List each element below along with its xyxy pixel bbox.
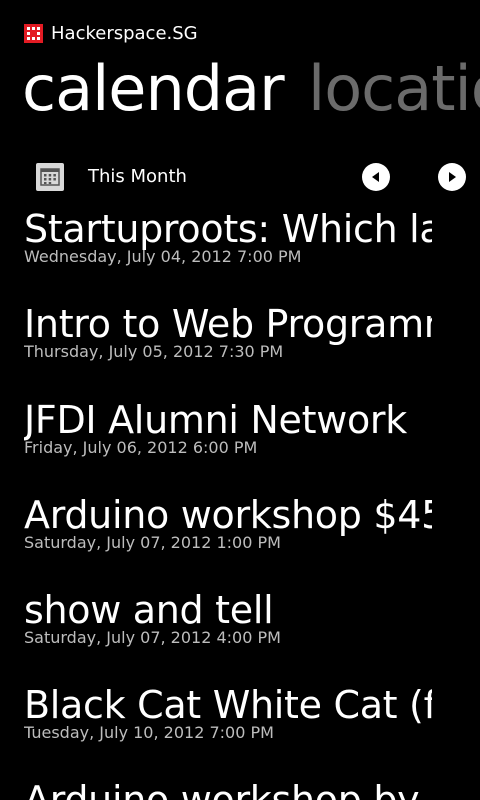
next-month-button[interactable] <box>438 163 466 191</box>
event-title: Intro to Web Programming <box>24 302 432 346</box>
month-toolbar: This Month <box>36 160 476 194</box>
pivot-item-calendar[interactable]: calendar <box>22 52 285 125</box>
pivot-item-location[interactable]: location <box>308 52 480 125</box>
event-item[interactable]: JFDI Alumni Network Friday, July 06, 201… <box>24 398 432 457</box>
arrow-left-icon <box>372 172 379 182</box>
event-title: JFDI Alumni Network <box>24 398 407 442</box>
month-filter-label[interactable]: This Month <box>88 166 187 187</box>
event-title: Arduino workshop by <box>24 778 420 800</box>
event-title: show and tell <box>24 588 274 632</box>
event-item[interactable]: Black Cat White Cat (film) Tuesday, July… <box>24 683 432 742</box>
event-item[interactable]: Startuproots: Which language Wednesday, … <box>24 207 432 266</box>
app-header: Hackerspace.SG <box>24 21 198 45</box>
event-title: Arduino workshop $45 <box>24 493 432 537</box>
event-item[interactable]: Arduino workshop by <box>24 778 432 800</box>
pivot-header: n calendar location <box>0 52 480 132</box>
calendar-icon[interactable] <box>36 163 64 191</box>
previous-month-button[interactable] <box>362 163 390 191</box>
arrow-right-icon <box>449 172 456 182</box>
app-title: Hackerspace.SG <box>51 22 198 44</box>
event-item[interactable]: Arduino workshop $45 Saturday, July 07, … <box>24 493 432 552</box>
event-title: Startuproots: Which language <box>24 207 432 251</box>
event-item[interactable]: show and tell Saturday, July 07, 2012 4:… <box>24 588 432 647</box>
app-logo-icon <box>24 23 43 43</box>
event-date: Saturday, July 07, 2012 4:00 PM <box>24 628 281 647</box>
event-item[interactable]: Intro to Web Programming Thursday, July … <box>24 302 432 361</box>
event-title: Black Cat White Cat (film) <box>24 683 432 727</box>
event-list: Startuproots: Which language Wednesday, … <box>0 205 432 800</box>
